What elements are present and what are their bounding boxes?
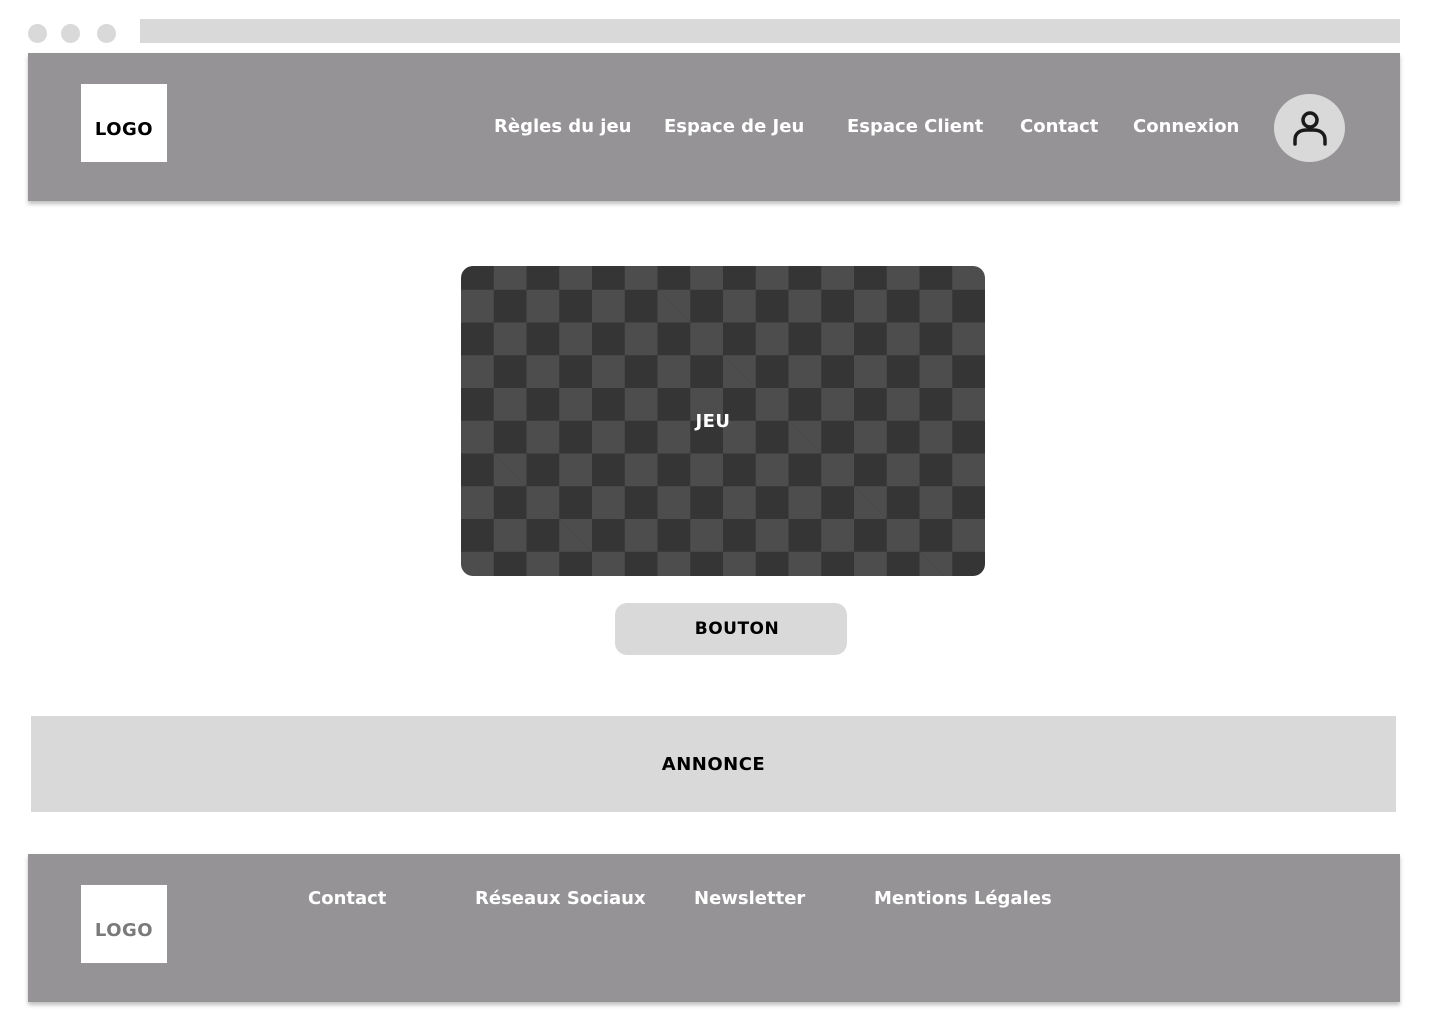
ad-label: ANNONCE [661, 753, 766, 775]
nav-link-rules[interactable]: Règles du jeu [494, 116, 631, 137]
address-bar[interactable] [140, 19, 1400, 43]
header-logo-text: LOGO [94, 118, 154, 140]
game-area[interactable]: JEU [461, 266, 985, 576]
ad-banner[interactable]: ANNONCE [31, 716, 1396, 812]
site-header: LOGO Règles du jeu Espace de Jeu Espace … [28, 53, 1400, 201]
footer-link-social[interactable]: Réseaux Sociaux [475, 888, 646, 909]
action-button[interactable]: BOUTON [615, 603, 847, 655]
window-dot-minimize[interactable] [61, 24, 80, 43]
window-dot-close[interactable] [28, 24, 47, 43]
footer-logo[interactable]: LOGO [81, 885, 167, 963]
footer-link-legal[interactable]: Mentions Légales [874, 888, 1052, 909]
footer-link-newsletter[interactable]: Newsletter [694, 888, 805, 909]
site-footer: LOGO Contact Réseaux Sociaux Newsletter … [28, 854, 1400, 1002]
game-label: JEU [695, 410, 731, 432]
user-icon [1292, 111, 1327, 146]
nav-link-client-space[interactable]: Espace Client [847, 116, 983, 137]
footer-link-contact[interactable]: Contact [308, 888, 386, 909]
window-dot-maximize[interactable] [97, 24, 116, 43]
nav-link-game-space[interactable]: Espace de Jeu [664, 116, 804, 137]
footer-logo-text: LOGO [94, 919, 154, 941]
avatar-button[interactable] [1274, 94, 1345, 162]
nav-link-contact[interactable]: Contact [1020, 116, 1098, 137]
page: LOGO Règles du jeu Espace de Jeu Espace … [0, 0, 1440, 1024]
nav-link-login[interactable]: Connexion [1133, 116, 1239, 137]
header-logo[interactable]: LOGO [81, 84, 167, 162]
